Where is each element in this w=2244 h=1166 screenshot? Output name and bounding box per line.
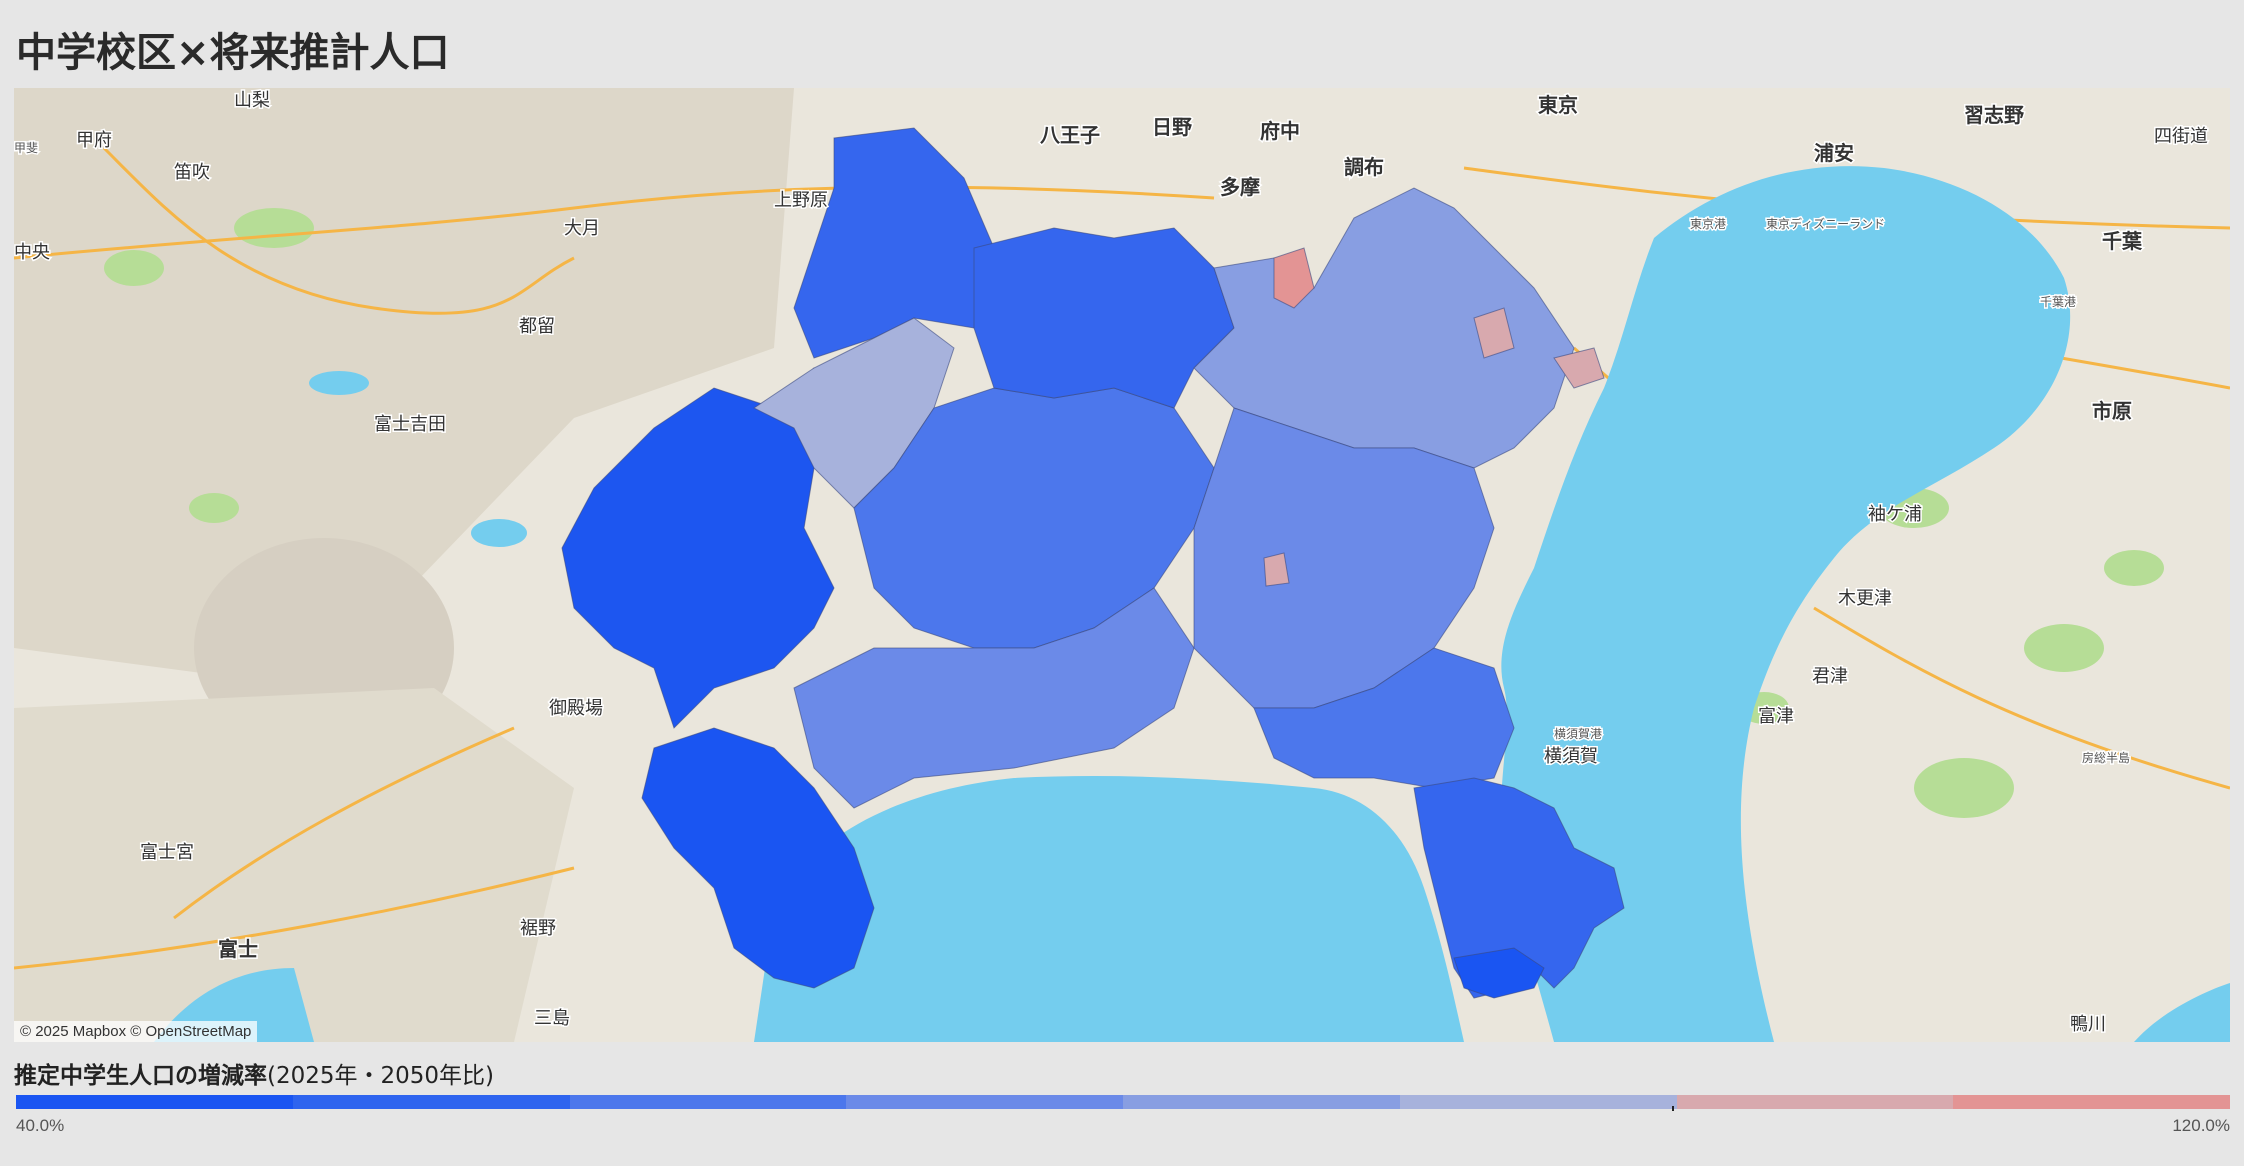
legend-swatch-0 bbox=[16, 1095, 293, 1109]
label-chiba-port: 千葉港 bbox=[2040, 295, 2076, 309]
label-susono: 裾野 bbox=[520, 918, 556, 939]
label-yokosuka: 横須賀 bbox=[1544, 746, 1598, 767]
label-disneyland: 東京ディズニーランド bbox=[1766, 216, 1885, 231]
label-fuefuki: 笛吹 bbox=[174, 162, 210, 183]
label-tokyo-port: 東京港 bbox=[1690, 217, 1726, 231]
label-fujinomiya: 富士宮 bbox=[140, 842, 194, 863]
label-tokyo: 東京 bbox=[1538, 93, 1578, 117]
label-yokosuka-port: 横須賀港 bbox=[1554, 727, 1602, 741]
label-otsuki: 大月 bbox=[564, 218, 600, 239]
label-yotsukaido: 四街道 bbox=[2154, 126, 2208, 147]
label-kamogawa: 鴨川 bbox=[2070, 1014, 2106, 1035]
map-view[interactable]: 山梨 甲府 甲斐 笛吹 中央 大月 都留 富士吉田 御殿場 富士宮 富士 裾野 … bbox=[14, 88, 2230, 1042]
legend-swatch-3 bbox=[846, 1095, 1123, 1109]
legend-title-suffix: (2025年・2050年比) bbox=[267, 1063, 495, 1089]
legend-color-bar bbox=[16, 1095, 2230, 1109]
label-kofu: 甲府 bbox=[76, 130, 112, 151]
page-title: 中学校区×将来推計人口 bbox=[16, 30, 450, 76]
label-kimitsu: 君津 bbox=[1812, 666, 1848, 687]
legend-swatch-6 bbox=[1676, 1095, 1954, 1109]
legend-title-main: 推定中学生人口の増減率 bbox=[14, 1063, 267, 1089]
legend-baseline-tick bbox=[1672, 1106, 1674, 1111]
legend-title: 推定中学生人口の増減率(2025年・2050年比) bbox=[14, 1056, 494, 1090]
legend-swatch-7 bbox=[1953, 1095, 2230, 1109]
label-kai: 甲斐 bbox=[14, 141, 38, 155]
label-hachioji: 八王子 bbox=[1040, 123, 1100, 147]
label-fuji: 富士 bbox=[218, 937, 258, 961]
label-gotemba: 御殿場 bbox=[549, 698, 603, 719]
legend-swatch-5 bbox=[1399, 1095, 1677, 1109]
legend-swatch-2 bbox=[569, 1095, 847, 1109]
label-mishima: 三島 bbox=[534, 1008, 570, 1029]
label-ichihara: 市原 bbox=[2092, 399, 2132, 423]
legend-swatch-4 bbox=[1123, 1095, 1400, 1109]
label-tsuru: 都留 bbox=[519, 316, 555, 337]
label-kisarazu: 木更津 bbox=[1838, 588, 1892, 609]
label-tama: 多摩 bbox=[1220, 175, 1260, 199]
label-fuchu: 府中 bbox=[1260, 119, 1300, 143]
label-sodegaura: 袖ケ浦 bbox=[1868, 504, 1922, 525]
label-futtsu: 富津 bbox=[1758, 706, 1794, 727]
lake-yamanaka bbox=[471, 519, 527, 547]
map-attribution[interactable]: © 2025 Mapbox © OpenStreetMap bbox=[14, 1021, 258, 1042]
label-boso: 房総半島 bbox=[2082, 750, 2130, 765]
district-increase-3[interactable] bbox=[1263, 552, 1290, 587]
label-urayasu: 浦安 bbox=[1814, 141, 1854, 165]
label-fujiyoshida: 富士吉田 bbox=[374, 414, 446, 435]
label-narashino: 習志野 bbox=[1964, 103, 2024, 127]
map-canvas[interactable]: 山梨 甲府 甲斐 笛吹 中央 大月 都留 富士吉田 御殿場 富士宮 富士 裾野 … bbox=[14, 88, 2230, 1042]
label-chiba: 千葉 bbox=[2102, 229, 2143, 253]
legend-min-label: 40.0% bbox=[16, 1116, 65, 1135]
legend-max-label: 120.0% bbox=[2172, 1116, 2230, 1135]
lake-kawaguchi bbox=[309, 371, 369, 395]
label-chuo: 中央 bbox=[14, 242, 50, 263]
label-uenohara: 上野原 bbox=[774, 190, 828, 211]
legend-swatch-1 bbox=[292, 1095, 570, 1109]
label-yamanashi: 山梨 bbox=[234, 90, 270, 111]
label-hino: 日野 bbox=[1152, 115, 1192, 139]
label-chofu: 調布 bbox=[1344, 155, 1384, 179]
